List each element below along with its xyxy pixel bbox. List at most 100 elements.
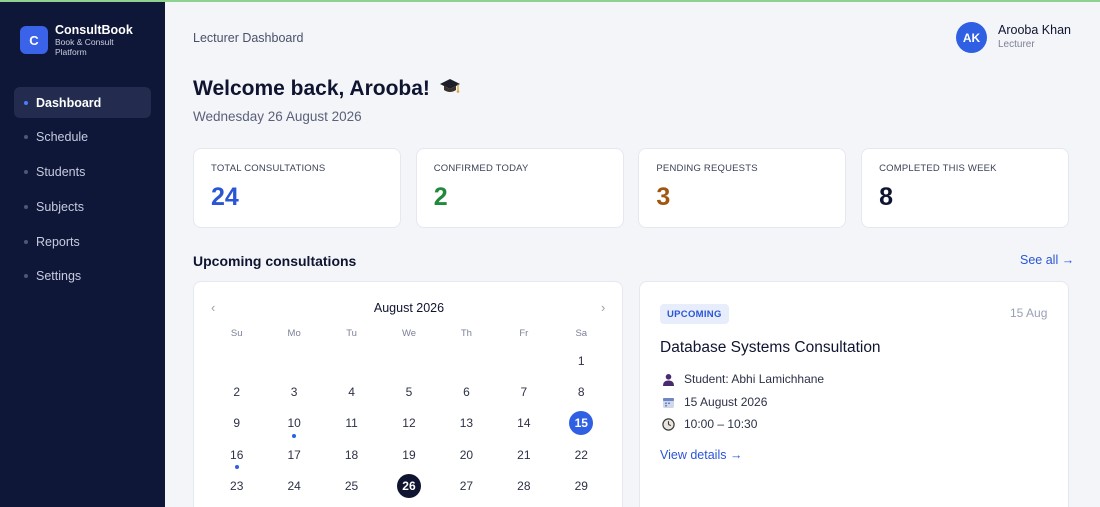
calendar-day[interactable]: 6 <box>438 376 495 407</box>
calendar-day[interactable]: 15 <box>553 408 610 439</box>
calendar-day[interactable]: 25 <box>323 470 380 501</box>
calendar-day-number: 18 <box>344 447 359 462</box>
calendar-day-number: 5 <box>405 384 413 399</box>
calendar-day-number: 15 <box>569 411 594 436</box>
calendar-day-number: 6 <box>463 384 470 399</box>
calendar-day[interactable]: 8 <box>553 376 610 407</box>
weekday-label: Th <box>460 328 472 339</box>
graduation-cap-icon <box>439 76 461 102</box>
brand[interactable]: C ConsultBook Book & Consult Platform <box>20 23 135 57</box>
calendar-day-number: 20 <box>459 447 474 462</box>
consultation-title: Database Systems Consultation <box>660 339 881 356</box>
stat-label: PENDING REQUESTS <box>656 163 758 174</box>
sidebar-item-settings[interactable]: Settings <box>14 261 151 292</box>
calendar-day[interactable]: 11 <box>323 408 380 439</box>
calendar-day[interactable]: 17 <box>265 439 322 470</box>
user-profile[interactable]: AK Arooba Khan Lecturer <box>956 22 1071 53</box>
calendar-day[interactable]: 29 <box>553 470 610 501</box>
calendar-day[interactable]: 5 <box>380 376 437 407</box>
stat-label: CONFIRMED TODAY <box>433 163 529 174</box>
sidebar-item-schedule[interactable]: Schedule <box>14 122 151 153</box>
calendar-day-number: 16 <box>230 447 244 462</box>
calendar-icon <box>662 396 675 409</box>
see-all-link[interactable]: See all → <box>1020 253 1074 267</box>
next-month-button[interactable]: › <box>601 300 605 315</box>
calendar-day-number: 26 <box>396 473 421 498</box>
calendar-day[interactable]: 9 <box>208 408 265 439</box>
brand-logo: C <box>20 26 48 54</box>
brand-name: ConsultBook <box>55 23 133 37</box>
sidebar-item-dashboard[interactable]: Dashboard <box>14 87 151 118</box>
calendar-day[interactable]: 13 <box>438 408 495 439</box>
calendar-day[interactable]: 4 <box>323 376 380 407</box>
calendar-day[interactable]: 16 <box>208 439 265 470</box>
stats-row: TOTAL CONSULTATIONS 24 CONFIRMED TODAY 2… <box>193 148 1070 228</box>
calendar-day-number: 2 <box>233 384 241 399</box>
calendar-blank <box>208 345 265 376</box>
sidebar-item-label: Dashboard <box>36 95 102 110</box>
calendar-day[interactable]: 14 <box>495 408 552 439</box>
weekday-label: Mo <box>287 328 301 339</box>
consultation-date: 15 August 2026 <box>662 395 767 409</box>
status-badge: UPCOMING <box>660 304 729 324</box>
weekday-label: Tu <box>346 328 357 339</box>
calendar-day[interactable]: 7 <box>495 376 552 407</box>
calendar-blank <box>495 345 552 376</box>
stat-label: COMPLETED THIS WEEK <box>879 163 997 174</box>
calendar-day[interactable]: 22 <box>553 439 610 470</box>
stat-card-total[interactable]: TOTAL CONSULTATIONS 24 <box>193 148 401 228</box>
sidebar-item-reports[interactable]: Reports <box>14 226 151 257</box>
event-dot-icon <box>234 465 239 470</box>
top-accent-line <box>0 0 1100 2</box>
calendar-day[interactable]: 2 <box>208 376 265 407</box>
stat-value: 24 <box>211 183 239 211</box>
weekday-label: We <box>401 328 417 339</box>
calendar-day-number: 24 <box>287 478 301 493</box>
calendar-day[interactable]: 21 <box>495 439 552 470</box>
calendar-day[interactable]: 18 <box>323 439 380 470</box>
section-title: Upcoming consultations <box>193 253 357 269</box>
calendar-blank <box>438 345 495 376</box>
sidebar-item-label: Reports <box>36 234 80 249</box>
sidebar: C ConsultBook Book & Consult Platform Da… <box>0 0 165 507</box>
brand-text: ConsultBook Book & Consult Platform <box>55 23 135 57</box>
stat-card-confirmed[interactable]: CONFIRMED TODAY 2 <box>415 148 624 228</box>
calendar-day-number: 17 <box>287 447 301 462</box>
calendar-blank <box>323 345 380 376</box>
calendar-day[interactable]: 27 <box>438 470 495 501</box>
sidebar-item-subjects[interactable]: Subjects <box>14 191 151 222</box>
weekday-label: Sa <box>575 328 588 339</box>
calendar-day[interactable]: 23 <box>208 470 265 501</box>
sidebar-item-label: Settings <box>36 269 82 284</box>
calendar-day-number: 12 <box>402 416 416 431</box>
calendar-day-number: 10 <box>287 416 301 431</box>
consultation-time: 10:00 – 10:30 <box>662 417 757 431</box>
calendar-day[interactable]: 19 <box>380 439 437 470</box>
view-details-link[interactable]: View details → <box>660 448 742 462</box>
calendar-day-number: 13 <box>459 416 474 431</box>
stat-card-pending[interactable]: PENDING REQUESTS 3 <box>638 148 847 228</box>
calendar-day-number: 23 <box>230 478 244 493</box>
calendar-grid: Su Mo Tu We Th Fr Sa 1 2 3 4 5 6 7 8 9 10 11 12 13 14 15 16 17 1… <box>208 328 610 501</box>
stat-label: TOTAL CONSULTATIONS <box>211 163 326 174</box>
stat-card-completed[interactable]: COMPLETED THIS WEEK 8 <box>861 148 1070 228</box>
calendar-day-number: 22 <box>574 447 588 462</box>
weekday-label: Fr <box>519 328 529 339</box>
calendar-day[interactable]: 28 <box>495 470 552 501</box>
calendar-day-number: 3 <box>290 384 298 399</box>
calendar-day[interactable]: 12 <box>380 408 437 439</box>
calendar-day[interactable]: 3 <box>265 376 322 407</box>
consultation-card[interactable]: UPCOMING 15 Aug Database Systems Consult… <box>639 281 1069 507</box>
calendar-day[interactable]: 24 <box>265 470 322 501</box>
sidebar-item-students[interactable]: Students <box>14 157 151 188</box>
current-date: Wednesday 26 August 2026 <box>193 109 362 124</box>
calendar-day[interactable]: 20 <box>438 439 495 470</box>
calendar-day[interactable]: 1 <box>553 345 610 376</box>
nav-dot-icon <box>24 274 28 279</box>
calendar-day[interactable]: 26 <box>380 470 437 501</box>
stat-value: 8 <box>879 183 893 211</box>
calendar-day-number: 4 <box>348 384 355 399</box>
calendar-day[interactable]: 10 <box>265 408 322 439</box>
calendar-day-number: 21 <box>517 447 531 462</box>
brand-tagline: Book & Consult Platform <box>55 37 114 57</box>
